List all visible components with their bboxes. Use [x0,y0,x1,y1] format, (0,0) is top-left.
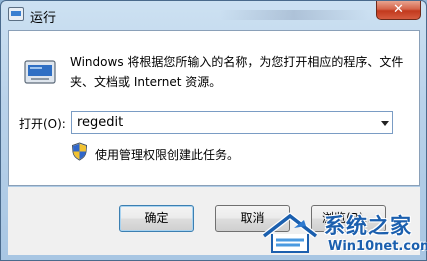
watermark-title: 系统之家 [324,214,412,238]
open-label: 打开(O): [19,117,66,131]
watermark: 系统之家 Win10net.com [258,208,427,260]
description-text: Windows 将根据您所输入的名称，为您打开相应的程序、文件夹、文档或 Int… [70,55,404,89]
open-combobox[interactable]: regedit [71,111,393,134]
close-button[interactable]: ✕ [376,1,421,20]
run-program-icon [24,60,56,84]
title-bar[interactable]: 运行 ✕ [1,1,426,29]
uac-shield-icon [71,142,88,161]
chevron-down-icon[interactable] [381,121,389,126]
dialog-body: Windows 将根据您所输入的名称，为您打开相应的程序、文件夹、文档或 Int… [8,30,420,186]
blurred-title-area [219,10,369,20]
window-title: 运行 [30,11,57,26]
uac-note: 使用管理权限创建此任务。 [95,148,240,162]
ok-button[interactable]: 确定 [119,205,194,232]
open-input-value[interactable]: regedit [77,115,123,130]
house-logo-icon [262,212,318,253]
watermark-url: Win10net.com [328,239,427,254]
run-app-icon [8,7,24,21]
